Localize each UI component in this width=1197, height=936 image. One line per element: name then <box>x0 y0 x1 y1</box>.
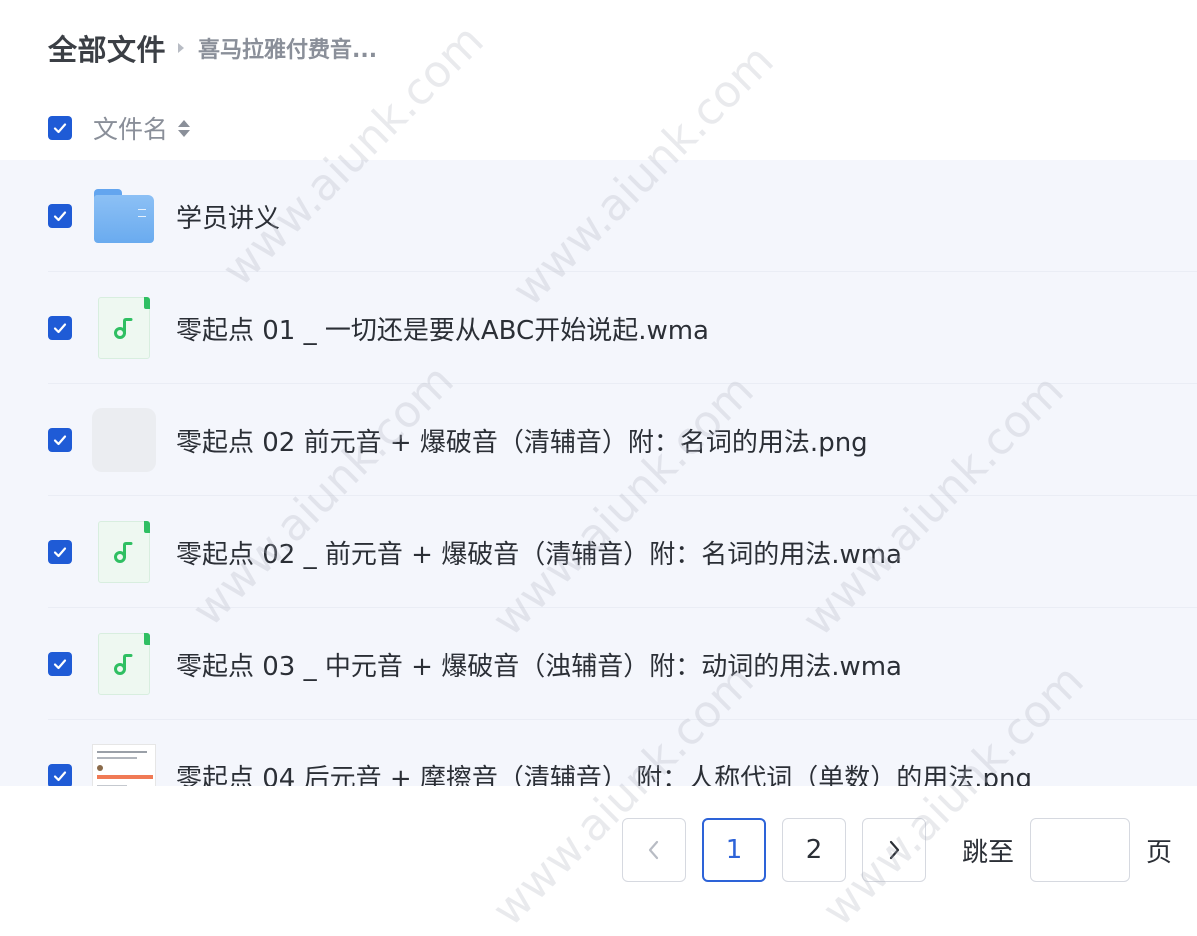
column-header-filename[interactable]: 文件名 <box>93 110 168 146</box>
music-note-icon <box>114 654 133 675</box>
image-placeholder-icon <box>92 408 156 472</box>
pagination: 1 2 跳至 页 <box>622 818 1172 882</box>
page-suffix-label: 页 <box>1146 837 1173 868</box>
list-item[interactable]: 零起点 02 前元音 + 爆破音（清辅音）附：名词的用法.png <box>0 384 1197 496</box>
jump-to-label: 跳至 <box>962 837 1015 868</box>
check-icon <box>53 771 67 782</box>
list-header: 文件名 <box>48 108 191 148</box>
file-name[interactable]: 零起点 03 _ 中元音 + 爆破音（浊辅音）附：动词的用法.wma <box>176 646 902 683</box>
file-list: 学员讲义 零起点 01 _ 一切还是要从ABC开始说起.wma 零起点 02 前… <box>0 160 1197 786</box>
check-icon <box>53 211 67 222</box>
list-item[interactable]: 零起点 04 后元音 + 摩擦音（清辅音） 附：人称代词（单数）的用法.png <box>0 720 1197 786</box>
breadcrumb-separator-icon <box>178 43 185 53</box>
page-button-1[interactable]: 1 <box>702 818 766 882</box>
check-icon <box>53 659 67 670</box>
file-name[interactable]: 零起点 02 前元音 + 爆破音（清辅音）附：名词的用法.png <box>176 422 868 459</box>
chevron-right-icon <box>889 840 900 860</box>
page-button-2[interactable]: 2 <box>782 818 846 882</box>
check-icon <box>53 323 67 334</box>
breadcrumb: 全部文件 喜马拉雅付费音... <box>48 26 377 70</box>
sort-icon[interactable] <box>178 119 191 137</box>
row-checkbox[interactable] <box>48 540 72 564</box>
list-item[interactable]: 零起点 01 _ 一切还是要从ABC开始说起.wma <box>0 272 1197 384</box>
check-icon <box>53 547 67 558</box>
audio-file-icon <box>92 296 156 360</box>
breadcrumb-root[interactable]: 全部文件 <box>48 27 166 69</box>
music-note-icon <box>114 318 133 339</box>
list-item[interactable]: 零起点 02 _ 前元音 + 爆破音（清辅音）附：名词的用法.wma <box>0 496 1197 608</box>
folder-icon <box>92 184 156 248</box>
check-icon <box>53 435 67 446</box>
list-item[interactable]: 学员讲义 <box>0 160 1197 272</box>
audio-file-icon <box>92 520 156 584</box>
check-icon <box>53 123 67 134</box>
audio-file-icon <box>92 632 156 696</box>
row-checkbox[interactable] <box>48 764 72 786</box>
select-all-checkbox[interactable] <box>48 116 72 140</box>
jump-page-input[interactable] <box>1030 818 1131 882</box>
chevron-left-icon <box>648 840 659 860</box>
row-checkbox[interactable] <box>48 428 72 452</box>
list-item[interactable]: 零起点 03 _ 中元音 + 爆破音（浊辅音）附：动词的用法.wma <box>0 608 1197 720</box>
music-note-icon <box>114 542 133 563</box>
row-checkbox[interactable] <box>48 204 72 228</box>
image-thumbnail <box>92 744 156 786</box>
file-name[interactable]: 零起点 01 _ 一切还是要从ABC开始说起.wma <box>176 310 709 347</box>
file-name[interactable]: 零起点 04 后元音 + 摩擦音（清辅音） 附：人称代词（单数）的用法.png <box>176 758 1032 787</box>
breadcrumb-current: 喜马拉雅付费音... <box>198 38 378 63</box>
row-checkbox[interactable] <box>48 316 72 340</box>
row-checkbox[interactable] <box>48 652 72 676</box>
file-name[interactable]: 零起点 02 _ 前元音 + 爆破音（清辅音）附：名词的用法.wma <box>176 534 902 571</box>
file-name[interactable]: 学员讲义 <box>176 198 280 235</box>
prev-page-button[interactable] <box>622 818 686 882</box>
next-page-button[interactable] <box>862 818 926 882</box>
